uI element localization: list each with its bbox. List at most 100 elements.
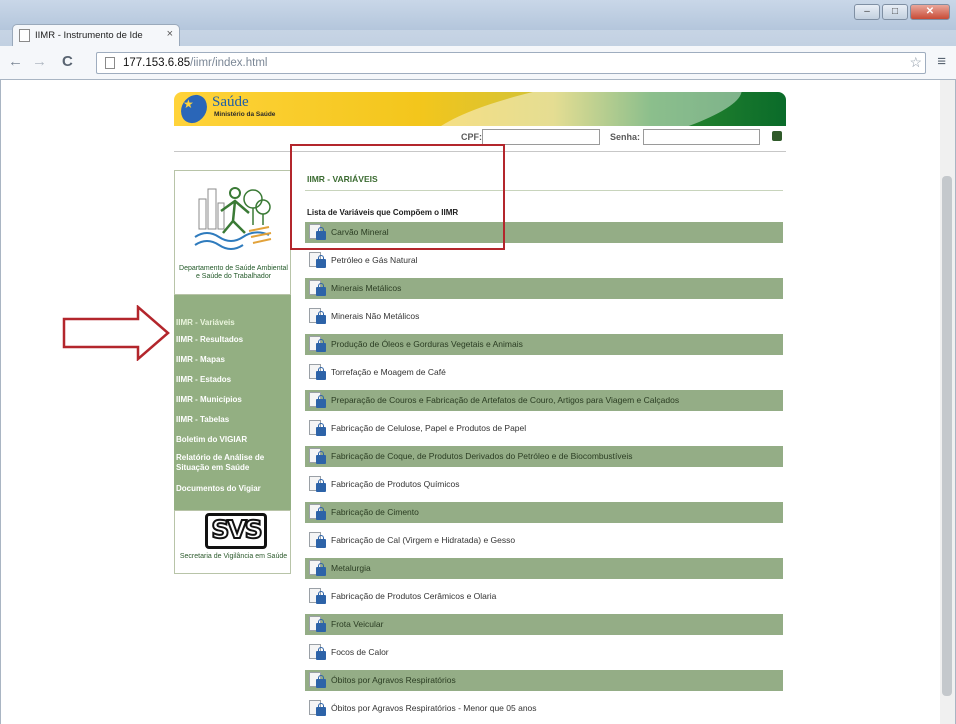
list-item[interactable]: Fabricação de Cimento	[305, 502, 783, 523]
minimize-button[interactable]: ‒	[854, 4, 880, 20]
variables-list: Carvão Mineral Petróleo e Gás Natural Mine…	[305, 222, 783, 724]
document-lock-icon	[309, 644, 326, 661]
menu-icon[interactable]: ≡	[937, 53, 946, 70]
document-lock-icon	[309, 476, 326, 493]
list-item[interactable]: Óbitos por Agravos Respiratórios - Menor…	[305, 698, 783, 719]
reload-icon[interactable]: C	[62, 53, 73, 71]
document-lock-icon	[309, 448, 326, 465]
document-lock-icon	[309, 588, 326, 605]
document-lock-icon	[309, 672, 326, 689]
list-item-label[interactable]: Preparação de Couros e Fabricação de Art…	[331, 395, 679, 405]
list-item-label[interactable]: Óbitos por Agravos Respiratórios - Menor…	[331, 703, 537, 713]
document-lock-icon	[309, 280, 326, 297]
sidebar-nav: IIMR - Início IIMR - Variáveis IIMR - Re…	[174, 295, 291, 510]
sidebar-item-documentos[interactable]: Documentos do Vigiar	[174, 482, 291, 500]
senha-input[interactable]	[643, 129, 760, 145]
forward-icon[interactable]: →	[32, 53, 47, 71]
sidebar-item-inicio[interactable]: IIMR - Início	[174, 295, 291, 312]
department-logo: Departamento de Saúde Ambiental e Saúde …	[174, 170, 291, 295]
bookmark-star-icon[interactable]: ☆	[909, 54, 922, 71]
list-item-label[interactable]: Minerais Não Metálicos	[331, 311, 419, 321]
senha-label: Senha:	[610, 132, 641, 142]
list-item[interactable]: Metalurgia	[305, 558, 783, 579]
list-item[interactable]: Fabricação de Celulose, Papel e Produtos…	[305, 418, 783, 439]
cpf-label: CPF:	[461, 132, 482, 142]
banner-swoosh	[420, 92, 748, 126]
maximize-button[interactable]: □	[882, 4, 908, 20]
page-icon	[19, 29, 30, 42]
list-item[interactable]: Produção de Óleos e Gorduras Vegetais e …	[305, 334, 783, 355]
list-item-label[interactable]: Fabricação de Celulose, Papel e Produtos…	[331, 423, 526, 433]
sidebar-item-municipios[interactable]: IIMR - Municípios	[174, 392, 291, 412]
url-path: /iimr/index.html	[190, 57, 268, 69]
document-lock-icon	[309, 252, 326, 269]
list-item-label[interactable]: Fabricação de Produtos Cerâmicos e Olari…	[331, 591, 496, 601]
list-item[interactable]: Minerais Não Metálicos	[305, 306, 783, 327]
close-window-button[interactable]: ✕	[910, 4, 950, 20]
document-lock-icon	[309, 336, 326, 353]
tab-close-icon[interactable]: ×	[167, 28, 173, 40]
list-item-label[interactable]: Fabricação de Coque, de Produtos Derivad…	[331, 451, 632, 461]
document-lock-icon	[309, 420, 326, 437]
svs-logo: SVS	[205, 513, 267, 549]
department-text: Departamento de Saúde Ambiental e Saúde …	[179, 265, 288, 280]
list-item-label[interactable]: Produção de Óleos e Gorduras Vegetais e …	[331, 339, 523, 349]
tab-title: IIMR - Instrumento de Ide	[35, 30, 143, 41]
browser-chrome: ‒ □ ✕ IIMR - Instrumento de Ide × ← → C …	[0, 0, 956, 80]
document-lock-icon	[309, 616, 326, 633]
site-banner: ★ Saúde Ministério da Saúde	[174, 92, 786, 126]
url-host: 177.153.6.85	[123, 57, 191, 69]
list-item-label[interactable]: Frota Veicular	[331, 619, 383, 629]
list-item[interactable]: Frota Veicular	[305, 614, 783, 635]
document-lock-icon	[309, 504, 326, 521]
scrollbar[interactable]	[940, 80, 955, 724]
sidebar-item-boletim[interactable]: Boletim do VIGIAR	[174, 432, 291, 450]
list-item[interactable]: Torrefação e Moagem de Café	[305, 362, 783, 383]
list-item-label[interactable]: Fabricação de Cimento	[331, 507, 419, 517]
sidebar-item-variaveis[interactable]: IIMR - Variáveis	[174, 312, 291, 332]
banner-title: Saúde	[212, 94, 249, 110]
browser-toolbar: ← → C 177.153.6.85/iimr/index.html ☆ ≡	[0, 46, 956, 80]
list-item[interactable]: Fabricação de Coque, de Produtos Derivad…	[305, 446, 783, 467]
list-item[interactable]: Fabricação de Produtos Cerâmicos e Olari…	[305, 586, 783, 607]
arrow-icon	[62, 305, 170, 361]
list-item-label[interactable]: Petróleo e Gás Natural	[331, 255, 417, 265]
document-lock-icon	[309, 364, 326, 381]
back-icon[interactable]: ←	[8, 53, 23, 71]
list-item-label[interactable]: Fabricação de Cal (Virgem e Hidratada) e…	[331, 535, 515, 545]
sidebar-item-relatorio[interactable]: Relatório de Análise de Situação em Saúd…	[174, 450, 291, 482]
document-lock-icon	[309, 700, 326, 717]
sidebar-item-mapas[interactable]: IIMR - Mapas	[174, 352, 291, 372]
saude-logo-icon	[175, 92, 213, 126]
browser-tab[interactable]: IIMR - Instrumento de Ide ×	[12, 24, 180, 46]
list-item[interactable]: Petróleo e Gás Natural	[305, 250, 783, 271]
list-item-label[interactable]: Metalurgia	[331, 563, 371, 573]
list-item-label[interactable]: Torrefação e Moagem de Café	[331, 367, 446, 377]
sidebar-item-estados[interactable]: IIMR - Estados	[174, 372, 291, 392]
list-item[interactable]: Minerais Metálicos	[305, 278, 783, 299]
document-lock-icon	[309, 560, 326, 577]
svs-logo-box: SVS Secretaria de Vigilância em Saúde	[174, 510, 291, 574]
list-item[interactable]: Preparação de Couros e Fabricação de Art…	[305, 390, 783, 411]
sidebar-item-tabelas[interactable]: IIMR - Tabelas	[174, 412, 291, 432]
department-logo-icon	[194, 187, 272, 250]
list-item[interactable]: Óbitos por Agravos Respiratórios	[305, 670, 783, 691]
list-item-label[interactable]: Óbitos por Agravos Respiratórios	[331, 675, 456, 685]
list-item[interactable]: Focos de Calor	[305, 642, 783, 663]
list-item-label[interactable]: Focos de Calor	[331, 647, 389, 657]
scrollbar-thumb[interactable]	[942, 176, 952, 696]
list-item-label[interactable]: Fabricação de Produtos Químicos	[331, 479, 460, 489]
sidebar-item-resultados[interactable]: IIMR - Resultados	[174, 332, 291, 352]
document-lock-icon	[309, 308, 326, 325]
sidebar: Departamento de Saúde Ambiental e Saúde …	[174, 170, 291, 574]
banner-subtitle: Ministério da Saúde	[214, 111, 276, 118]
document-lock-icon	[309, 532, 326, 549]
list-item[interactable]: Fabricação de Cal (Virgem e Hidratada) e…	[305, 530, 783, 551]
list-item-label[interactable]: Minerais Metálicos	[331, 283, 401, 293]
login-button[interactable]	[772, 131, 782, 141]
list-item[interactable]: Fabricação de Produtos Químicos	[305, 474, 783, 495]
star-icon: ★	[183, 97, 194, 111]
window-controls: ‒ □ ✕	[852, 4, 950, 22]
address-bar[interactable]: 177.153.6.85/iimr/index.html	[96, 52, 926, 74]
cpf-input[interactable]	[482, 129, 600, 145]
